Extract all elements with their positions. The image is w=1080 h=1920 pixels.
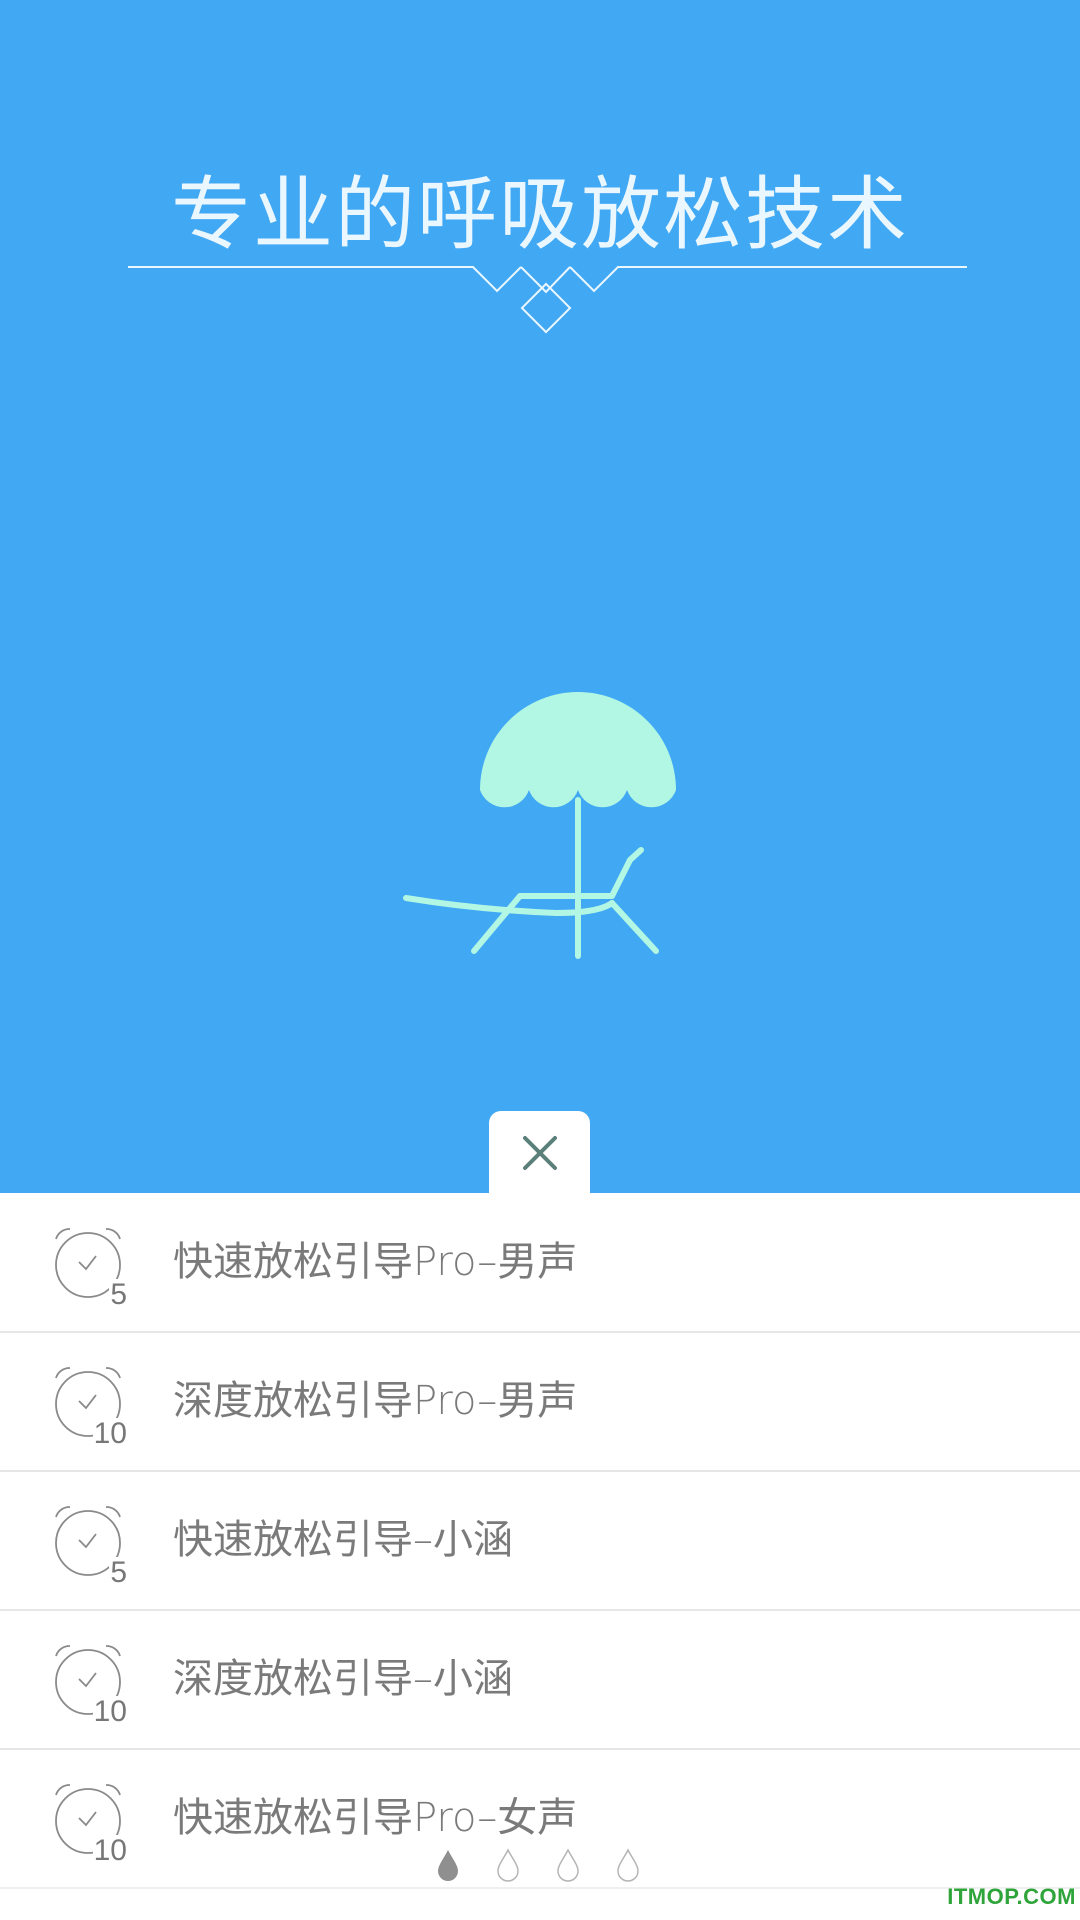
alarm-clock-icon: 10 <box>48 1640 128 1728</box>
duration-label: 5 <box>109 1556 128 1589</box>
alarm-clock-icon: 10 <box>48 1779 128 1867</box>
water-drop-icon[interactable] <box>555 1848 581 1882</box>
list-item[interactable]: 5 快速放松引导–小涵 <box>0 1471 1080 1611</box>
duration-label: 10 <box>92 1417 128 1450</box>
list-item[interactable]: 5 快速放松引导Pro–男声 <box>0 1193 1080 1333</box>
list-item[interactable]: 10 深度放松引导–小涵 <box>0 1610 1080 1750</box>
session-title: 快速放松引导Pro–男声 <box>173 1239 578 1285</box>
hero-banner: 专业的呼吸放松技术 <box>0 0 1080 1193</box>
water-drop-icon[interactable] <box>435 1848 461 1882</box>
list-item[interactable]: 10 深度放松引导Pro–男声 <box>0 1332 1080 1472</box>
duration-label: 10 <box>92 1695 128 1728</box>
alarm-clock-icon: 10 <box>48 1362 128 1450</box>
watermark: ITMOP.COM <box>947 1884 1076 1909</box>
duration-label: 5 <box>109 1278 128 1311</box>
page-indicator <box>430 1848 660 1884</box>
session-title: 深度放松引导Pro–男声 <box>173 1378 578 1424</box>
close-button[interactable] <box>489 1111 590 1195</box>
alarm-clock-icon: 5 <box>48 1223 128 1311</box>
alarm-clock-icon: 5 <box>48 1501 128 1589</box>
water-drop-icon[interactable] <box>615 1848 641 1882</box>
session-title: 快速放松引导Pro–女声 <box>173 1795 578 1841</box>
beach-umbrella-lounger-icon <box>403 692 676 959</box>
session-list: 5 快速放松引导Pro–男声 10 深度放松引导Pro–男声 5 快速放松引导–… <box>0 1193 1080 1893</box>
session-title: 快速放松引导–小涵 <box>173 1517 513 1563</box>
session-title: 深度放松引导–小涵 <box>173 1656 513 1702</box>
water-drop-icon[interactable] <box>495 1848 521 1882</box>
close-icon <box>522 1136 557 1170</box>
duration-label: 10 <box>92 1834 128 1867</box>
